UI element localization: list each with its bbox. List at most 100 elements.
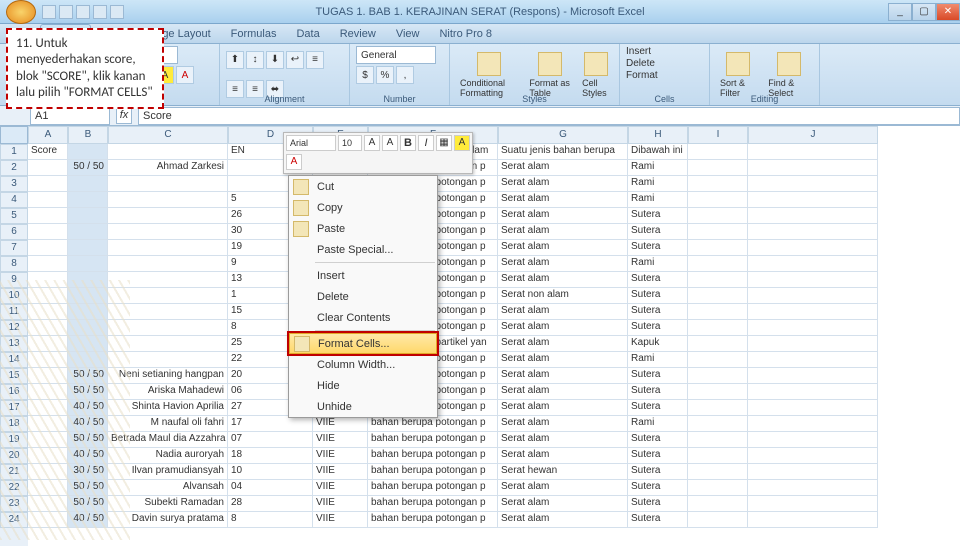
cell[interactable]: 40 / 50 bbox=[68, 512, 108, 528]
align-bottom-button[interactable]: ⬇ bbox=[266, 51, 284, 69]
row-header[interactable]: 11 bbox=[0, 304, 28, 320]
cell[interactable] bbox=[28, 416, 68, 432]
row-header[interactable]: 10 bbox=[0, 288, 28, 304]
cm-unhide[interactable]: Unhide bbox=[289, 396, 437, 417]
cell[interactable] bbox=[748, 272, 878, 288]
cell[interactable] bbox=[688, 272, 748, 288]
cell[interactable]: 8 bbox=[228, 512, 313, 528]
mini-shrink-font[interactable]: A bbox=[382, 135, 398, 151]
cell[interactable]: Serat non alam bbox=[498, 288, 628, 304]
cell[interactable] bbox=[108, 336, 228, 352]
cell[interactable] bbox=[28, 336, 68, 352]
cell[interactable]: M naufal oli fahri bbox=[108, 416, 228, 432]
row-header[interactable]: 15 bbox=[0, 368, 28, 384]
col-header-H[interactable]: H bbox=[628, 126, 688, 144]
cell[interactable]: 07 bbox=[228, 432, 313, 448]
cell[interactable] bbox=[748, 240, 878, 256]
cell[interactable] bbox=[68, 272, 108, 288]
tab-view[interactable]: View bbox=[386, 25, 430, 43]
cell[interactable]: Sutera bbox=[628, 368, 688, 384]
cell[interactable] bbox=[28, 432, 68, 448]
cell[interactable]: 50 / 50 bbox=[68, 480, 108, 496]
cell[interactable] bbox=[28, 192, 68, 208]
align-left-button[interactable]: ≡ bbox=[306, 51, 324, 69]
cell[interactable]: Rami bbox=[628, 176, 688, 192]
cell[interactable] bbox=[688, 288, 748, 304]
cell[interactable]: Sutera bbox=[628, 288, 688, 304]
comma-button[interactable]: , bbox=[396, 66, 414, 84]
row-header[interactable]: 17 bbox=[0, 400, 28, 416]
cell[interactable]: Serat alam bbox=[498, 448, 628, 464]
cell[interactable] bbox=[108, 352, 228, 368]
cell[interactable] bbox=[688, 320, 748, 336]
worksheet-grid[interactable]: 123456789101112131415161718192021222324 … bbox=[0, 126, 960, 546]
row-header[interactable]: 23 bbox=[0, 496, 28, 512]
cell[interactable]: bahan berupa potongan p bbox=[368, 480, 498, 496]
cell[interactable] bbox=[28, 160, 68, 176]
cell[interactable]: Sutera bbox=[628, 496, 688, 512]
cell[interactable] bbox=[688, 256, 748, 272]
cell[interactable] bbox=[748, 512, 878, 528]
row-header[interactable]: 2 bbox=[0, 160, 28, 176]
find-select-button[interactable]: Find & Select bbox=[764, 50, 813, 100]
cell[interactable] bbox=[688, 384, 748, 400]
row-header[interactable]: 16 bbox=[0, 384, 28, 400]
percent-button[interactable]: % bbox=[376, 66, 394, 84]
cell[interactable] bbox=[748, 384, 878, 400]
cell[interactable]: Serat alam bbox=[498, 352, 628, 368]
cell[interactable]: Serat alam bbox=[498, 160, 628, 176]
cell-styles-button[interactable]: Cell Styles bbox=[578, 50, 613, 100]
cell[interactable] bbox=[688, 416, 748, 432]
cell[interactable] bbox=[28, 256, 68, 272]
row-header[interactable]: 18 bbox=[0, 416, 28, 432]
cell[interactable]: Sutera bbox=[628, 480, 688, 496]
cell[interactable]: VIIE bbox=[313, 464, 368, 480]
cell[interactable]: Sutera bbox=[628, 272, 688, 288]
cell[interactable] bbox=[28, 352, 68, 368]
cell[interactable] bbox=[68, 240, 108, 256]
cell[interactable]: Alvansah bbox=[108, 480, 228, 496]
cell[interactable] bbox=[688, 480, 748, 496]
tab-data[interactable]: Data bbox=[286, 25, 329, 43]
cell[interactable]: bahan berupa potongan p bbox=[368, 416, 498, 432]
cell[interactable] bbox=[688, 512, 748, 528]
cell[interactable]: Serat alam bbox=[498, 224, 628, 240]
cell[interactable] bbox=[748, 224, 878, 240]
row-header[interactable]: 13 bbox=[0, 336, 28, 352]
cell[interactable] bbox=[748, 160, 878, 176]
mini-bold[interactable]: B bbox=[400, 135, 416, 151]
cell[interactable] bbox=[688, 496, 748, 512]
cell[interactable]: Kapuk bbox=[628, 336, 688, 352]
cell[interactable]: VIIE bbox=[313, 448, 368, 464]
cell[interactable]: Serat alam bbox=[498, 480, 628, 496]
cm-insert[interactable]: Insert bbox=[289, 265, 437, 286]
cell[interactable]: Score bbox=[28, 144, 68, 160]
cell[interactable]: VIIE bbox=[313, 432, 368, 448]
cell[interactable]: 50 / 50 bbox=[68, 368, 108, 384]
cell[interactable]: Serat alam bbox=[498, 368, 628, 384]
cm-cut[interactable]: Cut bbox=[289, 176, 437, 197]
cell[interactable] bbox=[68, 288, 108, 304]
cm-column-width[interactable]: Column Width... bbox=[289, 354, 437, 375]
row-header[interactable]: 12 bbox=[0, 320, 28, 336]
cell[interactable]: Serat alam bbox=[498, 336, 628, 352]
cell[interactable] bbox=[748, 208, 878, 224]
cell[interactable]: Sutera bbox=[628, 384, 688, 400]
cell[interactable] bbox=[28, 400, 68, 416]
format-as-table-button[interactable]: Format as Table bbox=[525, 50, 574, 100]
conditional-formatting-button[interactable]: Conditional Formatting bbox=[456, 50, 521, 100]
cell[interactable] bbox=[28, 176, 68, 192]
cell[interactable] bbox=[68, 224, 108, 240]
cell[interactable]: Sutera bbox=[628, 448, 688, 464]
mini-font-combo[interactable]: Arial bbox=[286, 135, 336, 151]
cell[interactable] bbox=[68, 336, 108, 352]
cell[interactable] bbox=[28, 224, 68, 240]
cell[interactable] bbox=[68, 256, 108, 272]
cell[interactable]: VIIE bbox=[313, 496, 368, 512]
cell[interactable]: Shinta Havion Aprilia bbox=[108, 400, 228, 416]
cell[interactable] bbox=[108, 176, 228, 192]
cell[interactable] bbox=[108, 320, 228, 336]
cell[interactable] bbox=[688, 144, 748, 160]
cell[interactable] bbox=[28, 384, 68, 400]
cell[interactable]: Serat alam bbox=[498, 256, 628, 272]
